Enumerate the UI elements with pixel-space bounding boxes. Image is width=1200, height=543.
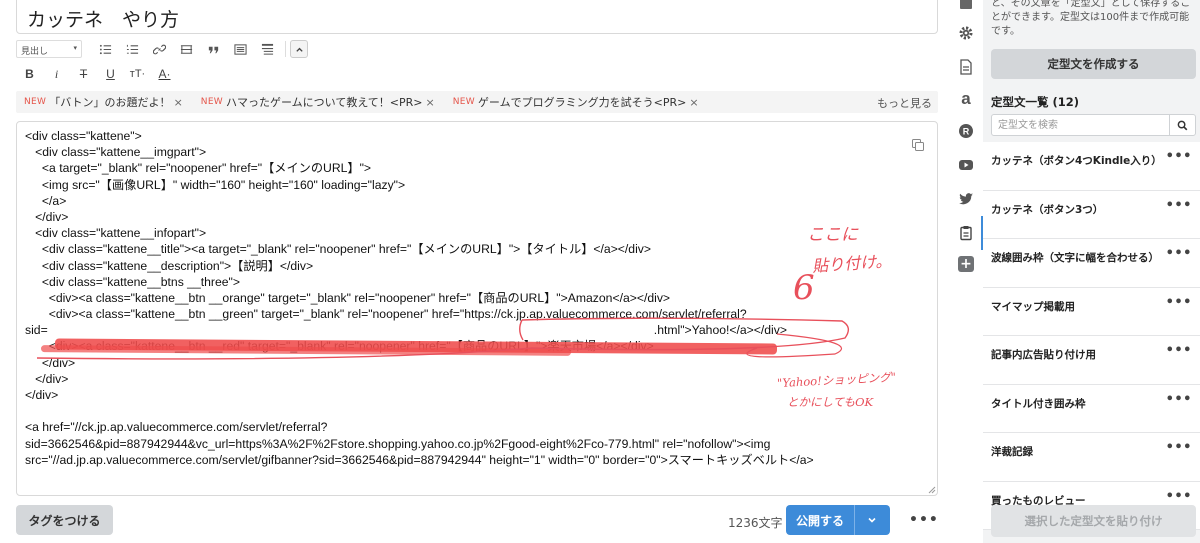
more-options-icon[interactable]: ••• xyxy=(1166,246,1192,261)
more-options-icon[interactable]: ••• xyxy=(1166,295,1192,310)
topic-tag-label: 「バトン」のお題だよ！ xyxy=(49,96,171,109)
editor-footer: タグをつける 1236文字 公開する ••• xyxy=(16,505,938,535)
twitter-icon[interactable] xyxy=(957,190,975,208)
template-search-input[interactable] xyxy=(992,115,1170,135)
template-name: マイマップ掲載用 xyxy=(991,300,1075,313)
template-name: 記事内広告貼り付け用 xyxy=(991,349,1096,361)
strikethrough-icon[interactable]: T xyxy=(70,65,97,83)
close-icon[interactable]: × xyxy=(174,96,183,109)
publish-button[interactable]: 公開する xyxy=(786,505,890,535)
new-badge: NEW xyxy=(452,97,475,107)
topic-tag-label: ハマったゲームについて教えて！<PR> xyxy=(226,96,423,109)
text-style-toolbar: B i T U ᴛT· A· xyxy=(16,65,178,83)
more-options-icon[interactable]: ••• xyxy=(1166,440,1192,455)
lines-icon[interactable] xyxy=(254,40,281,58)
panel-description: と、その文章を「定型文」として保存することができます。定型文は100件まで作成可… xyxy=(991,0,1191,37)
font-size-icon[interactable]: ᴛT· xyxy=(124,65,151,83)
annotation-yahoo-note: とかにしてもOK xyxy=(787,395,874,409)
document-icon[interactable] xyxy=(957,58,975,76)
topic-tag-bar: NEW 「バトン」のお題だよ！ × NEW ハマったゲームについて教えて！<PR… xyxy=(16,91,938,113)
box-icon[interactable] xyxy=(227,40,254,58)
new-badge: NEW xyxy=(200,97,223,107)
gear-icon[interactable] xyxy=(957,24,975,42)
annotation-paste-here: ここに xyxy=(807,225,858,245)
topic-tag-label: ゲームでプログラミング力を試そう<PR> xyxy=(477,96,687,109)
more-options-icon[interactable]: ••• xyxy=(1166,489,1192,504)
more-options-icon[interactable]: ••• xyxy=(1166,149,1192,164)
svg-text:R: R xyxy=(963,127,970,137)
text-color-icon[interactable]: A· xyxy=(151,65,178,83)
toolbar-divider xyxy=(285,41,286,57)
topic-tag[interactable]: NEW ハマったゲームについて教えて！<PR> × xyxy=(201,94,435,110)
create-template-button[interactable]: 定型文を作成する xyxy=(991,49,1196,79)
template-name: タイトル付き囲み枠 xyxy=(991,397,1086,410)
template-search xyxy=(991,114,1196,136)
topic-tag[interactable]: NEW 「バトン」のお題だよ！ × xyxy=(24,94,183,110)
heading-select[interactable]: 見出し ▾ xyxy=(16,40,82,58)
underline-icon[interactable]: U xyxy=(97,65,124,83)
clipboard-icon[interactable] xyxy=(957,224,975,242)
template-name: 洋裁記録 xyxy=(991,446,1033,458)
close-icon[interactable]: × xyxy=(426,96,435,109)
list-icon[interactable] xyxy=(92,40,119,58)
topic-tag[interactable]: NEW ゲームでプログラミング力を試そう<PR> × xyxy=(453,94,699,110)
annotation-number: 6 xyxy=(793,268,815,308)
rakuten-icon[interactable]: R xyxy=(957,122,975,140)
youtube-icon[interactable] xyxy=(957,156,975,174)
more-options-icon[interactable]: ••• xyxy=(1166,198,1192,213)
code-editor[interactable]: <div class="kattene"> <div class="katten… xyxy=(16,121,938,496)
plus-icon[interactable]: + xyxy=(958,256,974,272)
italic-icon[interactable]: i xyxy=(43,65,70,83)
amazon-icon[interactable]: a xyxy=(957,89,975,108)
template-name: カッテネ（ボタン3つ） xyxy=(991,203,1104,216)
template-name: カッテネ（ボタン4つKindle入り） xyxy=(991,155,1162,167)
folder-icon[interactable] xyxy=(957,0,975,14)
list-item[interactable]: マイマップ掲載用 ••• xyxy=(983,287,1200,336)
paste-template-button[interactable]: 選択した定型文を貼り付け xyxy=(991,505,1196,537)
resize-handle-icon[interactable] xyxy=(928,486,936,494)
collapse-icon[interactable] xyxy=(290,40,308,58)
list-item[interactable]: タイトル付き囲み枠 ••• xyxy=(983,384,1200,433)
heading-select-value: 見出し xyxy=(21,47,49,57)
chevron-down-icon[interactable] xyxy=(855,515,889,525)
more-options-icon[interactable]: ••• xyxy=(909,512,939,528)
link-icon[interactable] xyxy=(146,40,173,58)
list-item[interactable]: 記事内広告貼り付け用 ••• xyxy=(983,336,1200,385)
new-badge: NEW xyxy=(24,97,47,107)
more-options-icon[interactable]: ••• xyxy=(1166,343,1192,358)
search-icon[interactable] xyxy=(1169,115,1195,135)
article-title: カッテネ やり方 xyxy=(27,9,180,31)
list-item[interactable]: 波線囲み枠（文字に幅を合わせる） ••• xyxy=(983,239,1200,288)
format-toolbar: 見出し ▾ xyxy=(16,40,308,58)
bold-icon[interactable]: B xyxy=(16,65,43,83)
template-list: カッテネ（ボタン4つKindle入り） ••• カッテネ（ボタン3つ） ••• 波線… xyxy=(983,142,1200,530)
template-name: 波線囲み枠（文字に幅を合わせる） xyxy=(991,252,1159,264)
table-icon[interactable] xyxy=(173,40,200,58)
quote-icon[interactable] xyxy=(200,40,227,58)
title-input[interactable]: カッテネ やり方 xyxy=(16,0,938,34)
sidebar-rail: a R + xyxy=(951,0,984,543)
template-panel: と、その文章を「定型文」として保存することができます。定型文は100件まで作成可… xyxy=(983,0,1200,543)
template-list-title: 定型文一覧 (12) xyxy=(991,95,1080,109)
add-tag-button[interactable]: タグをつける xyxy=(16,505,113,535)
close-icon[interactable]: × xyxy=(689,96,698,109)
publish-label: 公開する xyxy=(795,513,844,528)
list-item[interactable]: 洋裁記録 ••• xyxy=(983,433,1200,482)
more-options-icon[interactable]: ••• xyxy=(1166,392,1192,407)
more-topics-link[interactable]: もっと見る xyxy=(877,95,932,111)
ordered-list-icon[interactable] xyxy=(119,40,146,58)
list-item[interactable]: カッテネ（ボタン3つ） ••• xyxy=(983,190,1200,239)
chevron-down-icon: ▾ xyxy=(73,44,77,52)
character-count: 1236文字 xyxy=(728,516,783,530)
list-item[interactable]: カッテネ（ボタン4つKindle入り） ••• xyxy=(983,142,1200,191)
annotation-outline xyxy=(36,317,850,360)
